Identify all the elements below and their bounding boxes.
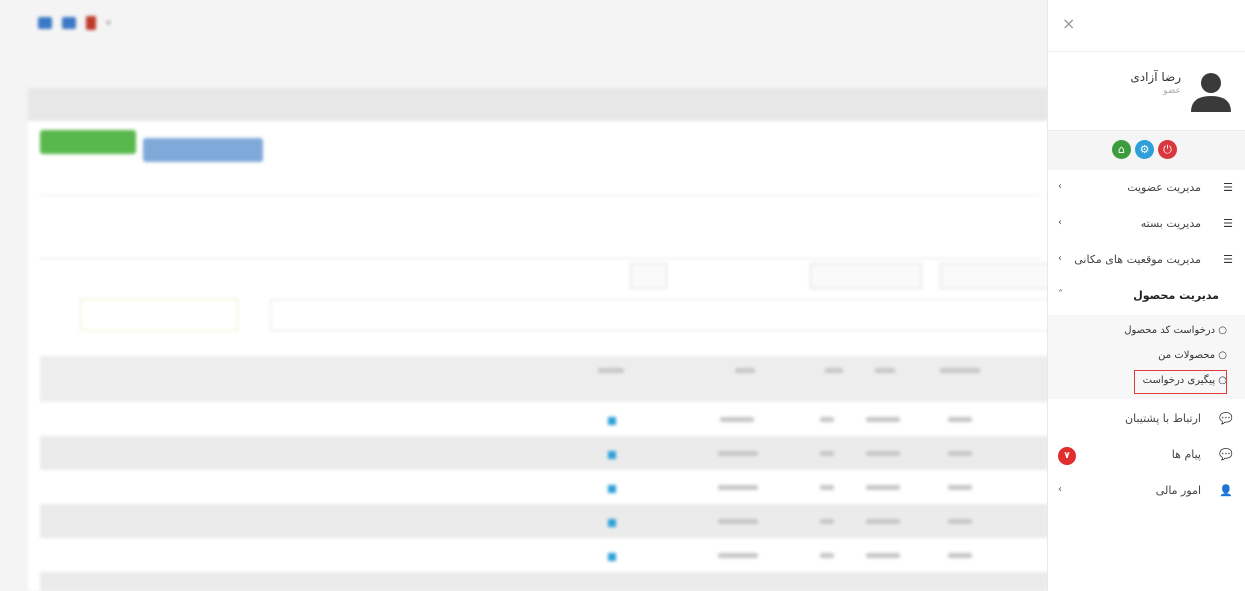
blurred-text — [718, 519, 758, 524]
chevron-left-icon: ‹ — [1058, 217, 1062, 228]
blurred-text — [825, 368, 843, 373]
list-icon: ☰ — [1223, 181, 1233, 194]
sidebar: × رضا آزادی عضو ⌂ ⚙ ⏻ ☰ مدیریت عضویت ‹ ☰… — [1047, 0, 1245, 591]
blurred-text — [866, 519, 900, 524]
list-icon: ☰ — [1223, 217, 1233, 230]
envelope-icon — [38, 17, 52, 29]
chevron-left-icon: ‹ — [1058, 484, 1062, 495]
blue-icon — [608, 485, 616, 493]
menu-item-label: امور مالی — [1155, 484, 1201, 497]
menu-item-label: مدیریت محصول — [1133, 289, 1219, 302]
blurred-text — [948, 417, 972, 422]
blurred-text — [866, 451, 900, 456]
menu-item-locations[interactable]: ☰ مدیریت موقعیت های مکانی ‹ — [1048, 243, 1245, 278]
blurred-box — [80, 299, 238, 331]
blurred-text — [820, 485, 834, 490]
blue-icon — [608, 553, 616, 561]
blue-action-button — [143, 138, 263, 162]
menu-item-label: پیام ها — [1171, 448, 1201, 461]
user-name: رضا آزادی — [1130, 70, 1181, 84]
divider — [40, 195, 1040, 196]
submenu-item-request-code[interactable]: ○ درخواست کد محصول — [1124, 325, 1227, 336]
unread-count-badge: ۷ — [1058, 447, 1076, 465]
blurred-text — [866, 553, 900, 558]
menu-item-support[interactable]: 💬 ارتباط با پشتیبان — [1048, 402, 1245, 437]
menu-item-label: مدیریت عضویت — [1127, 181, 1201, 194]
blurred-text — [820, 519, 834, 524]
blurred-text — [720, 417, 754, 422]
blurred-text — [820, 417, 834, 422]
power-icon: ⏻ — [1163, 143, 1172, 156]
blurred-text — [948, 553, 972, 558]
menu-item-package[interactable]: ☰ مدیریت بسته ‹ — [1048, 207, 1245, 242]
blurred-text — [820, 451, 834, 456]
close-icon[interactable]: × — [1062, 16, 1075, 32]
table-header — [40, 356, 1048, 402]
blurred-text — [735, 368, 755, 373]
user-icon: 👤 — [1219, 484, 1233, 497]
submenu-item-my-products[interactable]: ○ محصولات من — [1158, 350, 1227, 361]
blurred-text — [866, 417, 900, 422]
home-button[interactable]: ⌂ — [1112, 140, 1131, 159]
list-icon: ☰ — [1223, 253, 1233, 266]
table-row — [40, 572, 1048, 591]
blurred-text — [948, 519, 972, 524]
toolbar-icons: ▾ — [38, 16, 111, 30]
comments-icon: 💬 — [1219, 448, 1233, 461]
menu-item-label: ارتباط با پشتیبان — [1125, 412, 1201, 425]
background-page-blurred: ▾ — [0, 0, 1048, 591]
menu-item-membership[interactable]: ☰ مدیریت عضویت ‹ — [1048, 171, 1245, 206]
blurred-text — [718, 553, 758, 558]
menu-item-finance[interactable]: 👤 امور مالی ‹ — [1048, 474, 1245, 509]
blurred-text — [948, 485, 972, 490]
avatar-icon — [1191, 73, 1231, 112]
comments-icon: 💬 — [1219, 412, 1233, 425]
menu-item-products[interactable]: مدیریت محصول ˄ — [1048, 279, 1245, 314]
highlight-box — [1134, 370, 1227, 394]
blurred-text — [820, 553, 834, 558]
divider — [40, 258, 1040, 259]
user-profile: رضا آزادی عضو — [1048, 52, 1245, 130]
chevron-left-icon: ‹ — [1058, 253, 1062, 264]
blue-icon — [608, 519, 616, 527]
blue-icon — [608, 451, 616, 459]
filter-select — [810, 263, 922, 289]
user-role: عضو — [1163, 86, 1181, 96]
menu-item-label: مدیریت موقعیت های مکانی — [1074, 253, 1201, 266]
blurred-text — [940, 368, 980, 373]
chevron-up-icon: ˄ — [1058, 289, 1063, 300]
menu-item-messages[interactable]: 💬 پیام ها — [1048, 438, 1245, 473]
gear-icon: ⚙ — [1139, 143, 1150, 156]
caret-down-icon: ▾ — [106, 17, 112, 29]
quick-actions: ⌂ ⚙ ⏻ — [1048, 131, 1245, 170]
filter-select — [630, 263, 667, 289]
flag-icon — [86, 16, 96, 30]
logout-button[interactable]: ⏻ — [1158, 140, 1177, 159]
blurred-text — [598, 368, 624, 373]
message-icon — [62, 17, 76, 29]
green-action-button — [40, 130, 136, 154]
filter-select — [940, 263, 1048, 289]
blurred-text — [718, 485, 758, 490]
blurred-text — [948, 451, 972, 456]
blurred-text — [866, 485, 900, 490]
blue-icon — [608, 417, 616, 425]
blurred-text — [875, 368, 895, 373]
menu-item-label: مدیریت بسته — [1140, 217, 1201, 230]
search-box — [270, 299, 1048, 331]
blurred-text — [718, 451, 758, 456]
settings-button[interactable]: ⚙ — [1135, 140, 1154, 159]
page-header-bar — [28, 88, 1048, 121]
home-icon: ⌂ — [1118, 143, 1125, 156]
chevron-left-icon: ‹ — [1058, 181, 1062, 192]
